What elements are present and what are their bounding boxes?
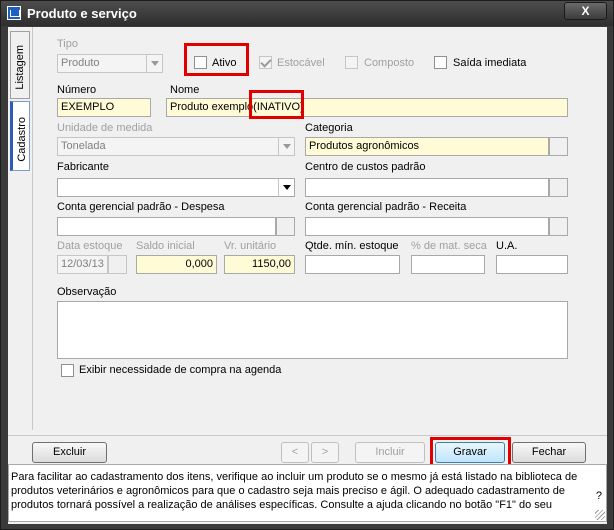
centro-custos-input[interactable]: [305, 178, 549, 197]
mat-seca-input[interactable]: [411, 255, 485, 274]
conta-despesa-lookup-button[interactable]: [276, 217, 295, 236]
chevron-down-icon[interactable]: [278, 138, 294, 155]
button-bar: Excluir < > Incluir Gravar Fechar: [8, 435, 607, 468]
help-panel: Para facilitar ao cadastramento dos iten…: [8, 464, 607, 522]
numero-input[interactable]: EXEMPLO: [57, 98, 151, 117]
chevron-down-icon[interactable]: [146, 55, 162, 72]
ua-label: U.A.: [496, 240, 518, 252]
categoria-label: Categoria: [305, 122, 353, 134]
saldo-inicial-label: Saldo inicial: [136, 240, 195, 252]
mat-seca-label: % de mat. seca: [411, 240, 487, 252]
tab-listagem[interactable]: Listagem: [10, 31, 30, 99]
inativo-highlight: [249, 90, 304, 119]
ua-input[interactable]: [496, 255, 568, 274]
close-button[interactable]: X: [564, 2, 607, 20]
fechar-button[interactable]: Fechar: [512, 442, 586, 463]
vr-unitario-label: Vr. unitário: [224, 240, 277, 252]
nome-value: Produto exemplo: [170, 101, 254, 113]
fabricante-label: Fabricante: [57, 161, 109, 173]
estocavel-checkbox[interactable]: [259, 56, 272, 69]
data-estoque-calendar-button[interactable]: [108, 255, 127, 274]
composto-label: Composto: [364, 57, 415, 69]
help-question-icon[interactable]: ?: [596, 490, 602, 502]
app-icon: [7, 6, 21, 20]
tab-cadastro[interactable]: Cadastro: [10, 101, 30, 171]
saida-imediata-label: Saída imediata: [453, 57, 527, 69]
categoria-lookup-button[interactable]: [549, 137, 568, 156]
next-button[interactable]: >: [311, 442, 339, 463]
nome-label: Nome: [170, 84, 200, 96]
exibir-checkbox[interactable]: [61, 364, 74, 377]
chevron-down-icon[interactable]: [278, 179, 294, 196]
window-title: Produto e serviço: [27, 6, 137, 21]
observacao-label: Observação: [57, 286, 117, 298]
categoria-input[interactable]: Produtos agronômicos: [305, 137, 549, 156]
tipo-select[interactable]: Produto: [57, 54, 163, 73]
tab-cadastro-label: Cadastro: [16, 117, 28, 162]
title-bar[interactable]: Produto e serviço X: [1, 1, 613, 26]
tipo-value: Produto: [61, 57, 100, 69]
exibir-label: Exibir necessidade de compra na agenda: [79, 364, 282, 376]
observacao-textarea[interactable]: [57, 301, 568, 359]
tab-listagem-label: Listagem: [14, 45, 26, 90]
centro-custos-label: Centro de custos padrão: [305, 161, 426, 173]
nome-input[interactable]: Produto exemplo(INATIVO): [166, 98, 568, 117]
qtde-min-input[interactable]: [305, 255, 400, 274]
help-text: Para facilitar ao cadastramento dos iten…: [11, 471, 578, 511]
unidade-label: Unidade de medida: [57, 122, 153, 134]
conta-receita-input[interactable]: [305, 217, 549, 236]
conta-receita-lookup-button[interactable]: [549, 217, 568, 236]
fabricante-select[interactable]: [57, 178, 295, 197]
side-tabs: Listagem Cadastro: [8, 27, 32, 461]
vr-unitario-input[interactable]: 1150,00: [224, 255, 295, 274]
qtde-min-label: Qtde. mín. estoque: [305, 240, 399, 252]
cadastro-panel: Tipo Produto Ativo Estocável Composto Sa…: [32, 27, 607, 430]
saida-imediata-checkbox[interactable]: [434, 56, 447, 69]
product-window: Produto e serviço X Listagem Cadastro Ti…: [0, 0, 614, 530]
client-area: Listagem Cadastro Tipo Produto Ativo Est…: [8, 27, 607, 524]
conta-despesa-label: Conta gerencial padrão - Despesa: [57, 201, 225, 213]
prev-button[interactable]: <: [281, 442, 309, 463]
data-estoque-input[interactable]: 12/03/13: [57, 255, 108, 274]
conta-receita-label: Conta gerencial padrão - Receita: [305, 201, 467, 213]
data-estoque-label: Data estoque: [57, 240, 123, 252]
composto-checkbox[interactable]: [345, 56, 358, 69]
resize-grip-icon[interactable]: [595, 510, 605, 520]
estocavel-label: Estocável: [277, 57, 325, 69]
saldo-inicial-input[interactable]: 0,000: [136, 255, 217, 274]
unidade-value: Tonelada: [61, 140, 106, 152]
unidade-select[interactable]: Tonelada: [57, 137, 295, 156]
incluir-button[interactable]: Incluir: [355, 442, 425, 463]
ativo-highlight: [184, 43, 249, 76]
numero-label: Número: [57, 84, 97, 96]
tipo-label: Tipo: [57, 38, 78, 50]
excluir-button[interactable]: Excluir: [32, 442, 107, 463]
centro-custos-lookup-button[interactable]: [549, 178, 568, 197]
conta-despesa-input[interactable]: [57, 217, 276, 236]
